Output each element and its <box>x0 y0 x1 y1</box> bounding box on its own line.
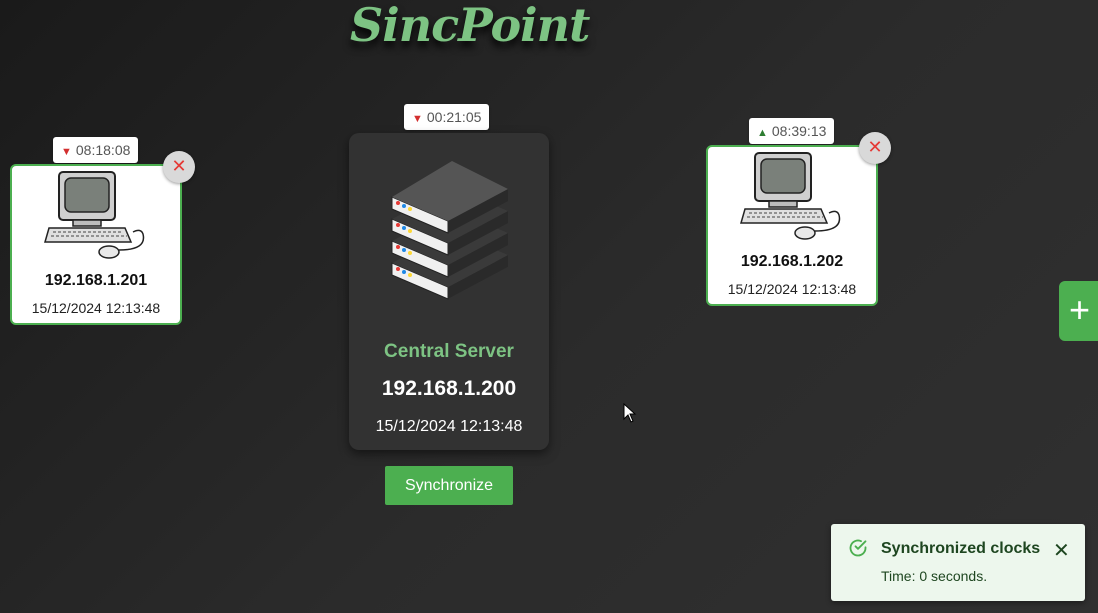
app-logo: SincPoint <box>350 0 590 52</box>
computer-icon <box>44 171 145 259</box>
toast-title: Synchronized clocks <box>881 540 1041 557</box>
client-datetime: 15/12/2024 12:13:48 <box>31 300 161 316</box>
remove-client-button[interactable]: ✕ <box>163 151 195 183</box>
offset-value: 00:21:05 <box>426 109 482 125</box>
client-ip: 192.168.1.202 <box>740 253 844 270</box>
client-datetime: 15/12/2024 12:13:48 <box>727 281 857 297</box>
close-icon: ✕ <box>867 137 883 157</box>
offset-value: 08:39:13 <box>771 123 827 139</box>
remove-client-button[interactable]: ✕ <box>859 132 891 164</box>
clock-offset-badge: ▲ 08:39:13 <box>749 118 835 144</box>
computer-icon <box>740 152 841 240</box>
central-server-card[interactable]: Central Server 192.168.1.200 15/12/2024 … <box>349 133 549 450</box>
check-circle-icon <box>849 539 867 557</box>
client-card[interactable]: 192.168.1.202 15/12/2024 12:13:48 <box>706 145 878 306</box>
mouse-cursor-icon <box>623 403 637 423</box>
add-client-button[interactable]: + <box>1059 281 1098 341</box>
close-icon: ✕ <box>1053 540 1070 562</box>
server-name: Central Server <box>384 341 514 362</box>
client-card[interactable]: 192.168.1.201 15/12/2024 12:13:48 <box>10 164 182 325</box>
arrow-down-icon: ▼ <box>61 146 72 158</box>
client-ip: 192.168.1.201 <box>44 272 148 289</box>
offset-value: 08:18:08 <box>75 142 131 158</box>
arrow-down-icon: ▼ <box>412 113 423 125</box>
server-ip: 192.168.1.200 <box>381 377 517 400</box>
close-icon: ✕ <box>171 156 187 176</box>
toast-close-button[interactable]: ✕ <box>1053 538 1070 563</box>
server-rack-icon <box>391 161 508 300</box>
success-toast: Synchronized clocks Time: 0 seconds. ✕ <box>831 524 1085 601</box>
clock-offset-badge: ▼ 08:18:08 <box>53 137 139 163</box>
plus-icon: + <box>1069 289 1091 330</box>
synchronize-button[interactable]: Synchronize <box>385 466 513 505</box>
arrow-up-icon: ▲ <box>757 127 768 139</box>
server-datetime: 15/12/2024 12:13:48 <box>375 418 523 435</box>
clock-offset-badge: ▼ 00:21:05 <box>404 104 490 130</box>
toast-message: Time: 0 seconds. <box>881 568 988 584</box>
